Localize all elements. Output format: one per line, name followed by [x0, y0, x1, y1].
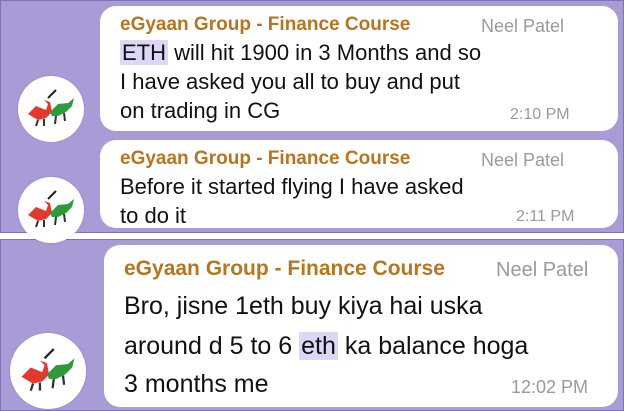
message-time: 2:10 PM: [510, 106, 570, 123]
sender-name[interactable]: eGyaan Group - Finance Course: [120, 14, 410, 36]
message-text: will hit 1900 in 3 Months and so: [168, 40, 482, 65]
message-line: Bro, jisne 1eth buy kiya hai uska: [124, 292, 483, 320]
message-bubble[interactable]: eGyaan Group - Finance Course Neel Patel…: [100, 140, 618, 228]
sender-role: Neel Patel: [481, 150, 565, 170]
sender-role: Neel Patel: [496, 259, 589, 281]
message-line: I have asked you all to buy and put: [120, 69, 461, 94]
message-line: around d 5 to 6 eth ka balance hoga: [124, 329, 528, 363]
message-line: on trading in CG: [120, 98, 281, 123]
message-line: 3 months me: [124, 370, 269, 398]
message-bubble[interactable]: eGyaan Group - Finance Course Neel Patel…: [100, 6, 618, 131]
bull-bear-icon[interactable]: [18, 76, 84, 142]
message-text: ka balance hoga: [337, 332, 529, 360]
message-bubble[interactable]: eGyaan Group - Finance Course Neel Patel…: [104, 245, 618, 407]
message-line: Before it started flying I have asked: [120, 174, 464, 199]
message-line: ETH will hit 1900 in 3 Months and so: [120, 39, 481, 67]
bull-bear-icon[interactable]: [18, 177, 84, 243]
sender-name[interactable]: eGyaan Group - Finance Course: [124, 257, 445, 281]
highlighted-text: eth: [299, 332, 338, 360]
message-time: 12:02 PM: [511, 377, 589, 397]
sender-role: Neel Patel: [481, 16, 565, 36]
message-line: to do it: [120, 203, 187, 228]
message-time: 2:11 PM: [516, 208, 575, 225]
message-text: around d 5 to 6: [124, 332, 300, 360]
highlighted-text: ETH: [120, 40, 168, 65]
sender-name[interactable]: eGyaan Group - Finance Course: [120, 148, 410, 170]
bull-bear-icon[interactable]: [10, 333, 86, 409]
